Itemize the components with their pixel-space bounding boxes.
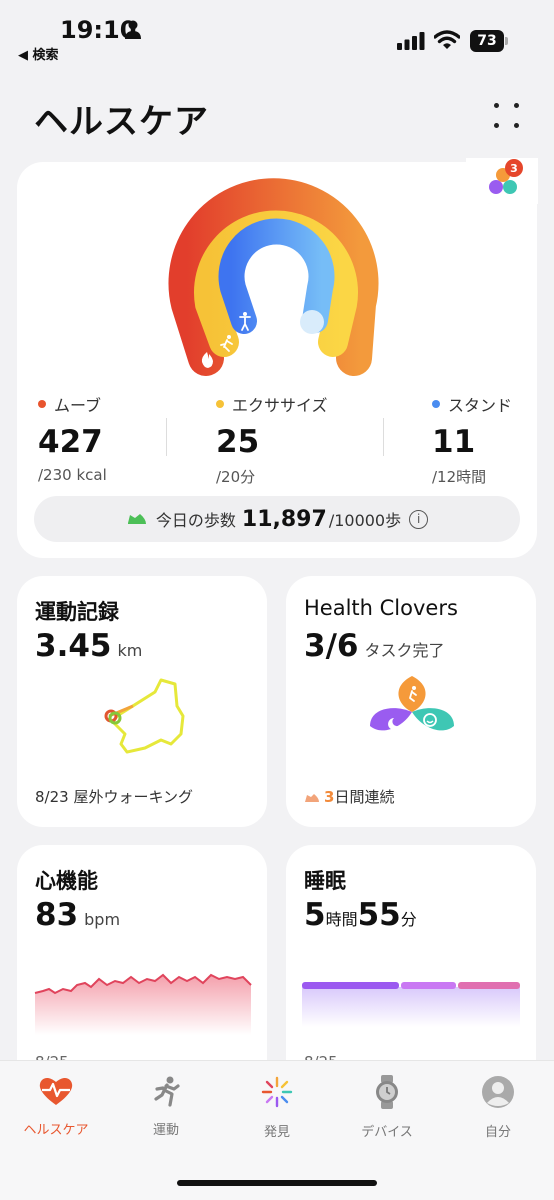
clover-badge-icon: 3 <box>489 159 523 194</box>
route-map <box>104 678 185 754</box>
battery-level: 73 <box>470 30 504 52</box>
workout-distance: 3.45 <box>35 628 112 664</box>
move-stat[interactable]: ムーブ 427 /230 kcal <box>38 392 107 484</box>
exercise-stat[interactable]: エクササイズ 25 /20分 <box>216 392 328 487</box>
health-clovers-card[interactable]: Health Clovers 3/6 タスク完了 3日間連続 <box>286 576 536 827</box>
exercise-label: エクササイズ <box>232 396 328 415</box>
page-title: ヘルスケア <box>34 102 209 142</box>
sleep-title: 睡眠 <box>304 869 346 893</box>
heart-pulse-icon <box>39 1077 73 1105</box>
tab-me-label: 自分 <box>484 1125 511 1140</box>
tab-health-label: ヘルスケア <box>23 1123 89 1138</box>
workout-record-card[interactable]: 運動記録 3.45 km 8/23 屋外ウォーキング <box>17 576 267 827</box>
runner-icon <box>154 1076 180 1107</box>
heart-rate-unit: bpm <box>84 910 121 929</box>
clover-graphic <box>370 676 454 731</box>
tab-exercise[interactable]: 運動 <box>116 1075 216 1138</box>
workout-footer: 8/23 屋外ウォーキング <box>35 788 194 806</box>
steps-goal: /10000歩 <box>328 511 402 530</box>
sleep-minutes: 55 <box>357 897 401 933</box>
tab-devices[interactable]: デバイス <box>337 1075 437 1140</box>
steps-label: 今日の歩数 <box>155 511 236 530</box>
workout-title: 運動記録 <box>35 600 119 624</box>
exercise-value: 25 <box>216 424 260 460</box>
clovers-progress: 3/6 <box>304 628 359 664</box>
move-label: ムーブ <box>54 396 102 415</box>
activity-rings <box>168 178 379 376</box>
wifi-icon <box>434 30 460 49</box>
bottom-tab-bar: ヘルスケア 運動 発見 デバイス 自分 <box>0 1060 554 1200</box>
stand-label: スタンド <box>448 396 513 415</box>
watch-icon <box>376 1075 398 1109</box>
profile-icon <box>482 1076 514 1108</box>
streak-shoe-icon <box>305 793 319 802</box>
back-to-search-link[interactable]: ◀ 検索 <box>18 44 59 63</box>
home-indicator <box>177 1180 377 1186</box>
info-icon[interactable]: i <box>409 509 429 529</box>
tab-devices-label: デバイス <box>361 1125 413 1140</box>
heart-title: 心機能 <box>35 869 98 893</box>
tab-discover[interactable]: 発見 <box>227 1075 327 1140</box>
exercise-goal: /20分 <box>216 468 256 486</box>
notification-count: 3 <box>510 162 518 175</box>
tab-health[interactable]: ヘルスケア <box>6 1075 106 1138</box>
move-value: 427 <box>38 424 103 460</box>
sleep-hours: 5 <box>304 897 326 933</box>
health-clovers-shortcut[interactable]: 3 <box>466 158 538 204</box>
heart-rate-chart <box>34 973 252 1035</box>
workout-unit: km <box>117 641 143 660</box>
cellular-signal-icon <box>397 32 425 50</box>
move-goal: /230 kcal <box>38 466 107 484</box>
tab-exercise-label: 運動 <box>152 1123 179 1138</box>
streak-text: 日間連続 <box>334 788 395 806</box>
sleep-hours-unit: 時間 <box>325 910 358 929</box>
grid-menu-icon[interactable] <box>494 103 520 129</box>
clovers-title: Health Clovers <box>304 596 458 620</box>
streak-days: 3 <box>324 788 335 806</box>
clovers-unit: タスク完了 <box>364 641 445 660</box>
sleep-stage-chart <box>302 982 520 1027</box>
sparkle-icon <box>261 1076 293 1108</box>
steps-count: 11,897 <box>241 506 327 532</box>
sleep-minutes-unit: 分 <box>400 910 417 929</box>
status-bar: 19:10 ◀ 検索 73 <box>0 0 554 70</box>
tab-discover-label: 発見 <box>263 1125 290 1140</box>
tab-me[interactable]: 自分 <box>448 1075 548 1140</box>
clovers-streak: 3日間連続 <box>304 786 394 807</box>
steps-summary[interactable]: 今日の歩数 11,897 /10000歩 i <box>34 496 520 542</box>
stand-stat[interactable]: スタンド 11 /12時間 <box>432 392 512 487</box>
battery-indicator: 73 <box>470 30 508 52</box>
shoe-icon <box>127 514 146 524</box>
stand-goal: /12時間 <box>432 468 487 486</box>
heart-rate-value: 83 <box>35 897 79 933</box>
stand-value: 11 <box>432 424 476 460</box>
person-icon <box>125 20 141 39</box>
